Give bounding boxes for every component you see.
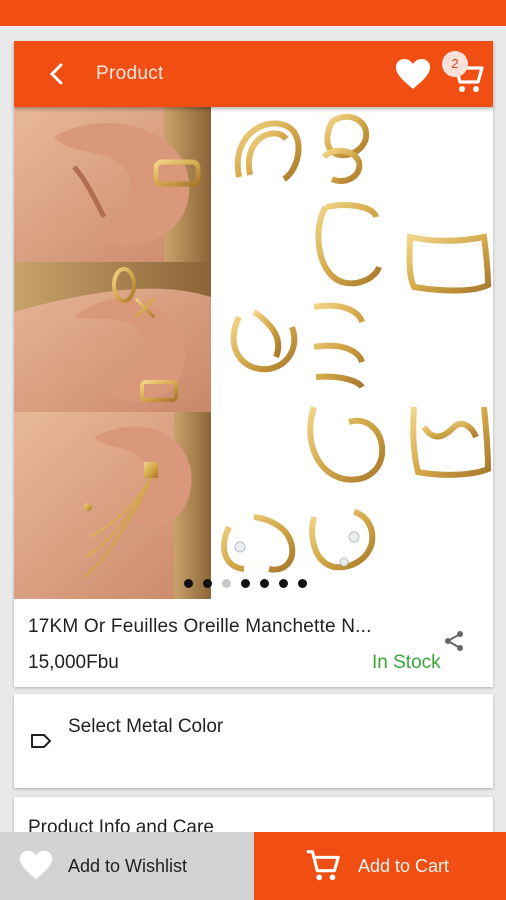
bottom-action-bar: Add to Wishlist Add to Cart: [0, 832, 506, 900]
app-bar: Product 2: [14, 41, 493, 107]
carousel-dot[interactable]: [260, 579, 269, 588]
tag-icon: [31, 734, 51, 748]
carousel-dot[interactable]: [184, 579, 193, 588]
product-image-carousel[interactable]: [14, 107, 493, 599]
add-to-wishlist-label: Add to Wishlist: [68, 856, 188, 876]
heart-icon: [19, 850, 53, 880]
product-image: [14, 107, 493, 599]
product-price: 15,000Fbu: [28, 652, 119, 673]
share-icon[interactable]: [442, 629, 466, 653]
product-panel: 17KM Or Feuilles Oreille Manchette N... …: [14, 107, 493, 687]
cart-icon: [306, 850, 340, 881]
status-bar: [0, 0, 506, 26]
add-to-wishlist-button[interactable]: Add to Wishlist: [0, 832, 254, 900]
carousel-dot[interactable]: [279, 579, 288, 588]
carousel-dot[interactable]: [298, 579, 307, 588]
carousel-dots: [184, 579, 307, 588]
back-arrow-icon[interactable]: [46, 62, 68, 86]
carousel-dot[interactable]: [203, 579, 212, 588]
carousel-dot[interactable]: [241, 579, 250, 588]
product-name: 17KM Or Feuilles Oreille Manchette N...: [28, 616, 372, 637]
metal-color-selector[interactable]: Select Metal Color: [14, 694, 493, 788]
carousel-dot-active[interactable]: [222, 579, 231, 588]
heart-icon[interactable]: [394, 57, 432, 91]
page-title: Product: [96, 63, 164, 84]
add-to-cart-button[interactable]: Add to Cart: [254, 832, 506, 900]
metal-color-label: Select Metal Color: [68, 716, 224, 737]
cart-count-badge: 2: [442, 51, 468, 77]
add-to-cart-label: Add to Cart: [358, 856, 450, 876]
stock-status: In Stock: [372, 652, 441, 673]
